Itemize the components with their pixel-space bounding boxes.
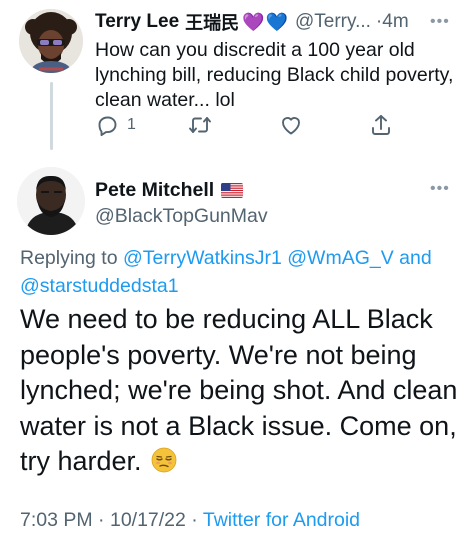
mention-and: and: [399, 247, 432, 269]
tweet-date[interactable]: 10/17/22: [110, 509, 186, 531]
author-name-cjk[interactable]: 王瑞民: [185, 9, 239, 35]
retweet-button[interactable]: [188, 113, 212, 137]
tweet-body: We need to be reducing ALL Black people'…: [20, 304, 458, 476]
tweet-text: We need to be reducing ALL Black people'…: [20, 302, 460, 480]
purple-heart-emoji: 💜: [242, 11, 265, 32]
mention-link[interactable]: @starstuddedsta1: [20, 275, 179, 297]
author-name-row: Pete Mitchell: [95, 179, 244, 202]
separator-dot: ·: [191, 509, 198, 531]
tweet-time[interactable]: 7:03 PM: [20, 509, 93, 531]
unamused-face-emoji: [151, 447, 177, 473]
reply-icon: [98, 116, 117, 137]
tweet-meta: 7:03 PM · 10/17/22 · Twitter for Android: [20, 509, 360, 532]
more-options-button[interactable]: •••: [430, 13, 450, 31]
replying-prefix: Replying to: [20, 247, 118, 269]
replying-to: Replying to @TerryWatkinsJr1 @WmAG_V and…: [20, 244, 460, 300]
share-button[interactable]: [369, 113, 393, 137]
mention-link[interactable]: @TerryWatkinsJr1: [123, 247, 282, 269]
tweet-time[interactable]: ·4m: [376, 11, 409, 33]
tweet-source-link[interactable]: Twitter for Android: [203, 509, 360, 531]
more-options-button[interactable]: •••: [430, 180, 450, 198]
like-button[interactable]: [279, 113, 303, 137]
reply-button[interactable]: 1: [95, 113, 136, 137]
author-handle[interactable]: @BlackTopGunMav: [95, 205, 268, 228]
author-name[interactable]: Terry Lee: [95, 11, 179, 33]
author-name[interactable]: Pete Mitchell: [95, 179, 214, 202]
reply-count: 1: [127, 116, 136, 133]
avatar[interactable]: [17, 167, 85, 235]
tweet-header: Terry Lee 王瑞民 💜 💙 @Terry... ·4m: [95, 9, 409, 35]
retweet-icon: [189, 117, 211, 133]
heart-icon: [282, 117, 300, 135]
author-handle[interactable]: @Terry...: [295, 11, 371, 33]
mention-link[interactable]: @WmAG_V: [287, 247, 393, 269]
tweet-text: How can you discredit a 100 year old lyn…: [95, 39, 454, 111]
share-icon: [372, 115, 390, 135]
blue-heart-emoji: 💙: [265, 11, 288, 32]
thread-connector-line: [50, 82, 53, 150]
main-tweet[interactable]: Pete Mitchell @BlackTopGunMav ••• Replyi…: [0, 150, 474, 544]
us-flag-icon: [221, 183, 244, 198]
tweet-actions: 1: [95, 113, 465, 143]
reply-tweet[interactable]: Terry Lee 王瑞民 💜 💙 @Terry... ·4m ••• How …: [0, 0, 474, 150]
separator-dot: ·: [98, 509, 105, 531]
avatar[interactable]: [19, 9, 83, 73]
relative-time: 4m: [382, 11, 409, 32]
